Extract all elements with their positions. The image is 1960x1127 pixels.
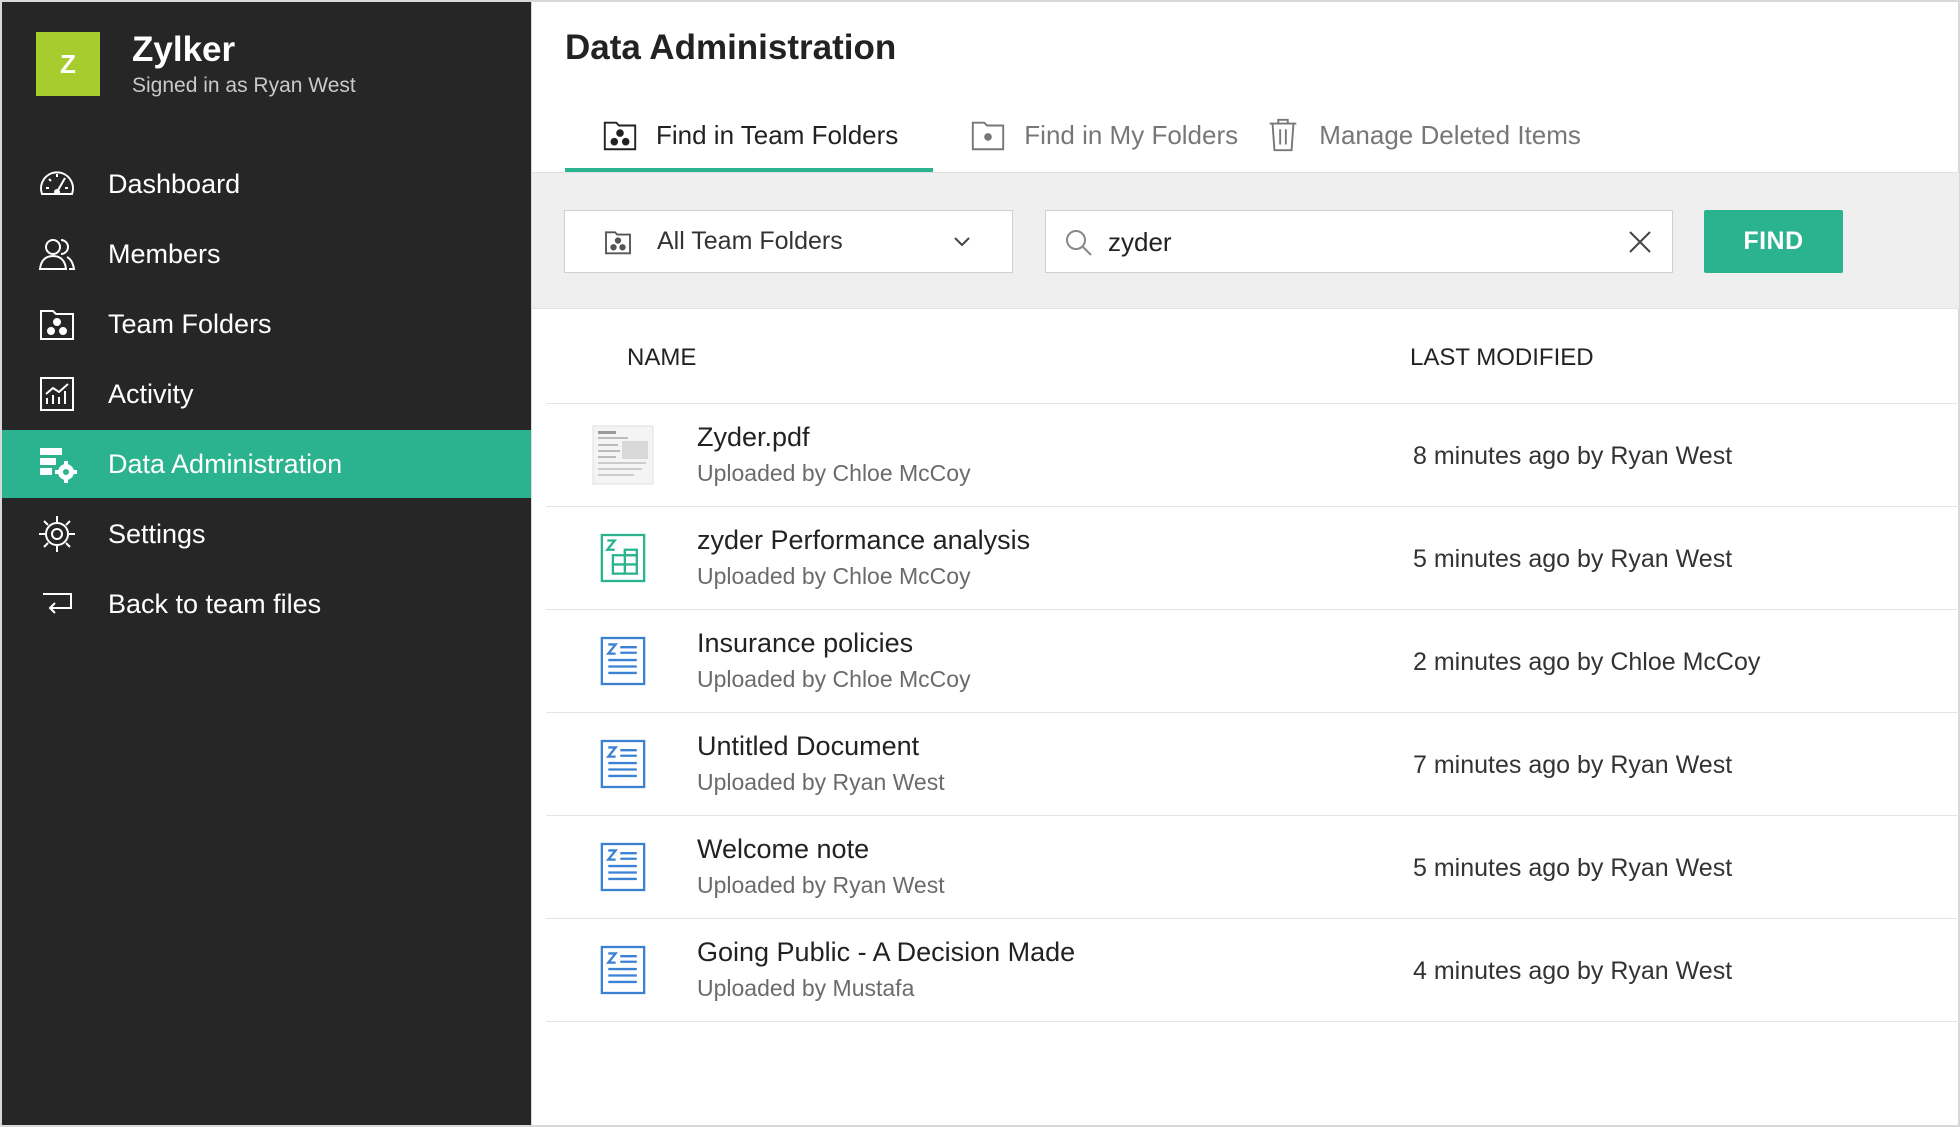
- brand-logo: Z: [36, 32, 100, 96]
- org-name: Zylker: [132, 30, 236, 69]
- brand-text: Zylker Signed in as Ryan West: [132, 30, 356, 98]
- sidebar-item-label: Dashboard: [108, 168, 241, 199]
- document-icon: [592, 939, 654, 1001]
- file-name[interactable]: Welcome note: [697, 834, 869, 865]
- signed-in-text: Signed in as Ryan West: [132, 74, 356, 97]
- last-modified: 5 minutes ago by Ryan West: [1413, 545, 1733, 573]
- table-row[interactable]: Zyder.pdf Uploaded by Chloe McCoy 8 minu…: [546, 404, 1959, 507]
- document-icon: [592, 733, 654, 795]
- folder-scope-select[interactable]: All Team Folders: [564, 210, 1013, 273]
- sidebar-item-settings[interactable]: Settings: [2, 500, 531, 568]
- sidebar-item-label: Back to team files: [108, 588, 322, 619]
- search-toolbar: All Team Folders FIND: [532, 172, 1959, 309]
- data-admin-icon: [36, 443, 78, 485]
- file-name[interactable]: Insurance policies: [697, 628, 913, 659]
- tab-find-in-my-folders[interactable]: Find in My Folders: [933, 98, 1263, 172]
- sidebar-item-data-administration[interactable]: Data Administration: [2, 430, 531, 498]
- dashboard-gauge-icon: [36, 163, 78, 205]
- file-uploader: Uploaded by Chloe McCoy: [697, 666, 971, 692]
- sidebar-item-label: Team Folders: [108, 308, 272, 339]
- search-icon: [1066, 230, 1092, 256]
- file-uploader: Uploaded by Chloe McCoy: [697, 563, 971, 589]
- column-header-last-modified: LAST MODIFIED: [1410, 344, 1594, 371]
- table-row[interactable]: Welcome note Uploaded by Ryan West 5 min…: [546, 816, 1959, 919]
- team-folder-icon: [36, 303, 78, 345]
- file-uploader: Uploaded by Chloe McCoy: [697, 460, 971, 486]
- last-modified: 2 minutes ago by Chloe McCoy: [1413, 648, 1761, 676]
- find-button[interactable]: FIND: [1704, 210, 1843, 273]
- sidebar: Z Zylker Signed in as Ryan West Dashboar…: [0, 0, 531, 1127]
- document-icon: [592, 630, 654, 692]
- tab-label: Find in Team Folders: [656, 119, 899, 150]
- last-modified: 4 minutes ago by Ryan West: [1413, 957, 1733, 985]
- chevron-down-icon: [954, 237, 970, 247]
- tab-manage-deleted-items[interactable]: Manage Deleted Items: [1263, 98, 1581, 172]
- main-content: Data Administration Find in Team Folders…: [531, 0, 1960, 1127]
- sidebar-item-label: Data Administration: [108, 448, 343, 479]
- sidebar-item-label: Activity: [108, 378, 194, 409]
- sidebar-item-dashboard[interactable]: Dashboard: [2, 150, 531, 218]
- tab-bar: Find in Team Folders Find in My Folders …: [565, 98, 1581, 172]
- tab-label: Manage Deleted Items: [1319, 119, 1581, 150]
- results-table: NAME LAST MODIFIED Zyder.pdf Uploaded by…: [546, 310, 1959, 1022]
- file-uploader: Uploaded by Mustafa: [697, 975, 915, 1001]
- pdf-thumbnail-icon: [592, 424, 654, 486]
- search-input[interactable]: [1108, 219, 1608, 265]
- search-box: [1045, 210, 1673, 273]
- last-modified: 8 minutes ago by Ryan West: [1413, 442, 1733, 470]
- table-row[interactable]: zyder Performance analysis Uploaded by C…: [546, 507, 1959, 610]
- sidebar-item-label: Members: [108, 238, 221, 269]
- settings-gear-icon: [36, 513, 78, 555]
- sidebar-item-team-folders[interactable]: Team Folders: [2, 290, 531, 358]
- clear-search-icon[interactable]: [1624, 226, 1656, 258]
- document-icon: [592, 836, 654, 898]
- activity-chart-icon: [36, 373, 78, 415]
- back-arrow-icon: [36, 583, 78, 625]
- sidebar-item-activity[interactable]: Activity: [2, 360, 531, 428]
- brand: Z Zylker Signed in as Ryan West: [36, 30, 356, 98]
- tab-label: Find in My Folders: [1024, 119, 1239, 150]
- table-header: NAME LAST MODIFIED: [546, 310, 1959, 404]
- column-header-name: NAME: [627, 344, 697, 371]
- folder-select-value: All Team Folders: [657, 227, 843, 255]
- members-icon: [36, 233, 78, 275]
- sidebar-item-members[interactable]: Members: [2, 220, 531, 288]
- last-modified: 7 minutes ago by Ryan West: [1413, 751, 1733, 779]
- file-name[interactable]: zyder Performance analysis: [697, 525, 1030, 556]
- file-name[interactable]: Going Public - A Decision Made: [697, 937, 1075, 968]
- table-row[interactable]: Going Public - A Decision Made Uploaded …: [546, 919, 1959, 1022]
- team-folder-icon: [605, 230, 631, 254]
- file-name[interactable]: Zyder.pdf: [697, 422, 810, 453]
- my-folder-icon: [968, 115, 1008, 155]
- spreadsheet-icon: [592, 527, 654, 589]
- trash-icon: [1263, 115, 1303, 155]
- file-uploader: Uploaded by Ryan West: [697, 872, 945, 898]
- table-row[interactable]: Untitled Document Uploaded by Ryan West …: [546, 713, 1959, 816]
- last-modified: 5 minutes ago by Ryan West: [1413, 854, 1733, 882]
- table-row[interactable]: Insurance policies Uploaded by Chloe McC…: [546, 610, 1959, 713]
- tab-find-in-team-folders[interactable]: Find in Team Folders: [565, 98, 934, 172]
- file-uploader: Uploaded by Ryan West: [697, 769, 945, 795]
- page-title: Data Administration: [565, 28, 897, 67]
- file-name[interactable]: Untitled Document: [697, 731, 919, 762]
- team-folder-icon: [600, 115, 640, 155]
- sidebar-nav: Dashboard Members Team Folders Activity …: [2, 150, 531, 640]
- sidebar-item-label: Settings: [108, 518, 206, 549]
- sidebar-item-back-to-team-files[interactable]: Back to team files: [2, 570, 531, 638]
